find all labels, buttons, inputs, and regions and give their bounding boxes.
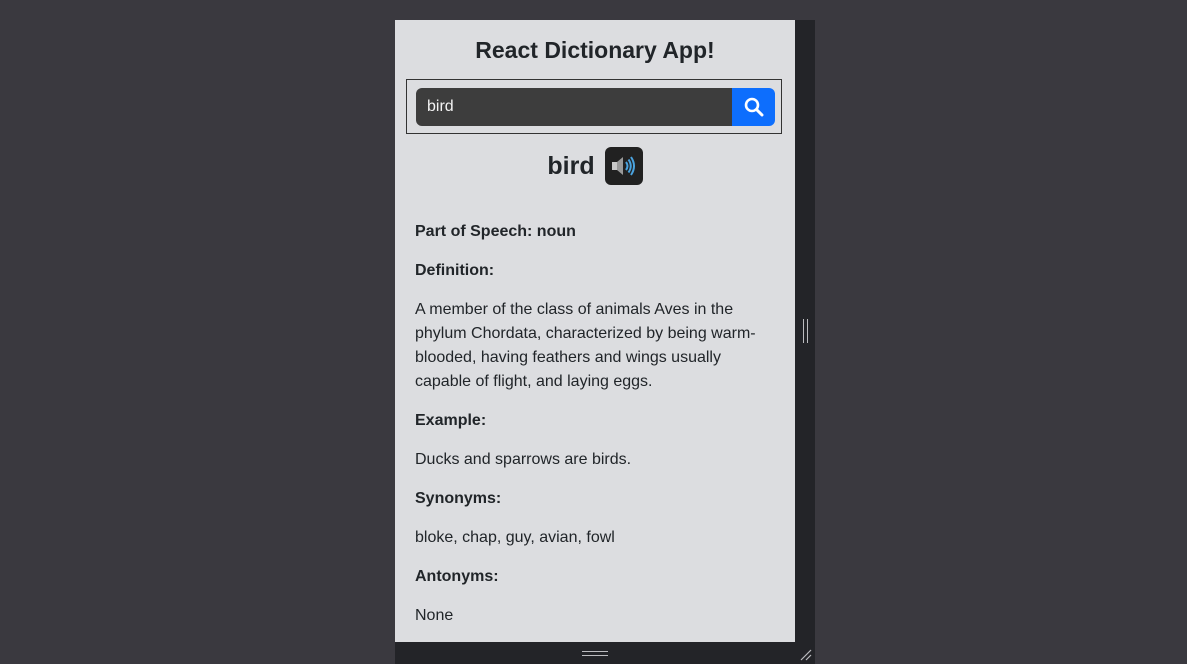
antonyms-label: Antonyms:: [415, 568, 499, 585]
horizontal-resize-bar[interactable]: [395, 642, 815, 664]
example-text: Ducks and sparrows are birds.: [415, 451, 632, 468]
search-input[interactable]: [416, 88, 732, 126]
word-title: bird: [547, 151, 595, 180]
definition-text: A member of the class of animals Aves in…: [415, 301, 756, 390]
search-icon: [744, 97, 763, 117]
antonyms-text: None: [415, 607, 454, 624]
example-label: Example:: [415, 412, 487, 429]
speaker-icon: [611, 156, 635, 176]
resize-corner-icon[interactable]: [800, 649, 812, 661]
word-header: bird: [395, 146, 795, 186]
synonyms-label: Synonyms:: [415, 490, 502, 507]
definition-label: Definition:: [415, 262, 495, 279]
horizontal-drag-handle[interactable]: [582, 651, 608, 656]
play-audio-button[interactable]: [604, 147, 643, 185]
search-form: [406, 79, 782, 134]
search-button[interactable]: [732, 88, 775, 126]
page-title: React Dictionary App!: [475, 37, 715, 63]
vertical-resize-gutter[interactable]: [795, 20, 815, 642]
synonyms-text: bloke, chap, guy, avian, fowl: [415, 529, 615, 546]
word-details: Part of Speech: noun Definition: A membe…: [415, 220, 775, 642]
vertical-drag-handle[interactable]: [803, 319, 808, 343]
app-viewport: React Dictionary App! bird Part of Speec…: [395, 20, 795, 642]
part-of-speech: Part of Speech: noun: [415, 223, 576, 240]
